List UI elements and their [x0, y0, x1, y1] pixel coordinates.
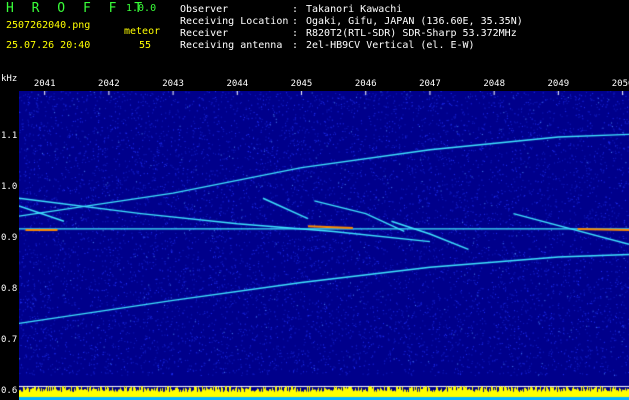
y-tick-label: 0.7 — [1, 335, 18, 346]
spectrogram-plot — [19, 91, 629, 400]
observer-sep: : — [292, 4, 299, 15]
receiver-value: R820T2(RTL-SDR) SDR-Sharp 53.372MHz — [306, 28, 517, 39]
y-tick-label: 1.0 — [1, 182, 18, 193]
x-tick-label: 2047 — [419, 79, 441, 89]
x-tick-label: 2043 — [162, 79, 184, 89]
location-value: Ogaki, Gifu, JAPAN (136.60E, 35.35N) — [306, 16, 523, 27]
observer-label: Observer — [180, 4, 229, 15]
receiver-sep: : — [292, 28, 299, 39]
x-tick-label: 2041 — [33, 79, 56, 89]
y-tick-label: 0.8 — [1, 284, 18, 295]
location-sep: : — [292, 16, 299, 27]
observer-value: Takanori Kawachi — [306, 4, 403, 15]
y-tick-label: 1.1 — [1, 130, 18, 141]
x-tick-label: 2046 — [354, 79, 377, 89]
x-tick-label: 2049 — [547, 79, 570, 89]
y-tick-label: 0.9 — [1, 233, 18, 244]
app-version: 1.0.0 — [126, 3, 157, 14]
antenna-sep: : — [292, 40, 299, 51]
x-tick-label: 2045 — [290, 79, 313, 89]
meteor-label: meteor — [124, 26, 161, 37]
y-tick-label: 0.6 — [1, 386, 18, 397]
x-tick-label: 2044 — [226, 79, 249, 89]
x-tick-label: 2042 — [98, 79, 120, 89]
timestamp: 25.07.26 20:40 — [6, 40, 91, 51]
location-label: Receiving Location — [180, 16, 289, 27]
meteor-count: 55 — [139, 40, 152, 51]
x-tick-label: 2048 — [483, 79, 505, 89]
file-name: 2507262040.png — [6, 20, 91, 31]
receiver-label: Receiver — [180, 28, 229, 39]
x-tick-label: 2050 — [611, 79, 629, 89]
y-axis-unit: kHz — [1, 74, 18, 84]
antenna-label: Receiving antenna — [180, 40, 283, 51]
antenna-value: 2el-HB9CV Vertical (el. E-W) — [306, 40, 475, 51]
